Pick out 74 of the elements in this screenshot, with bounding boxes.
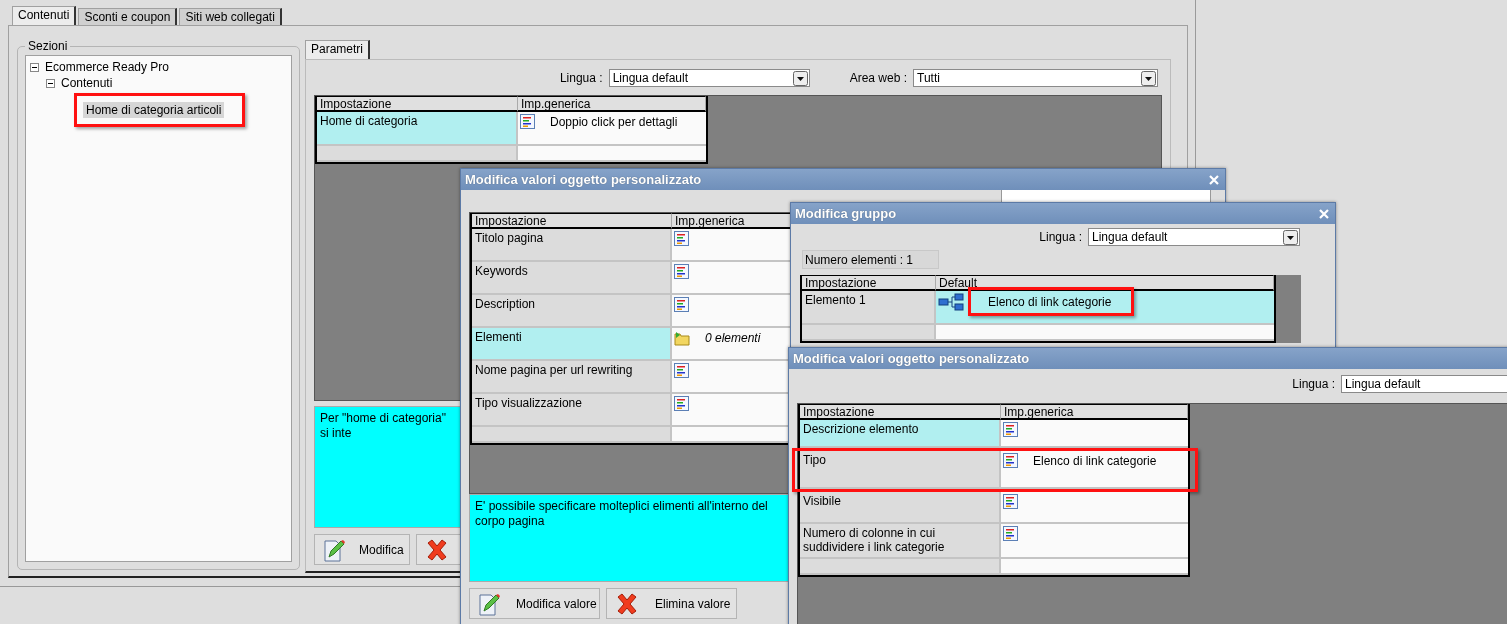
cell-text: 0 elementi: [705, 331, 761, 345]
collapse-icon[interactable]: [46, 78, 55, 88]
dropdown-icon: [792, 70, 808, 86]
field-label: Lingua :: [559, 71, 603, 85]
pencil-document-icon: [323, 537, 345, 562]
table-cell: Tipo visualizzazione: [472, 394, 672, 427]
table-cell: Visibile: [800, 492, 1001, 524]
table-cell: Keywords: [472, 262, 672, 295]
tab[interactable]: Sconti e coupon: [78, 8, 178, 25]
field-label: Lingua :: [1292, 377, 1335, 391]
pencil-document-icon: [478, 591, 500, 616]
collapse-icon[interactable]: [30, 62, 39, 72]
table-cell: Elementi: [472, 328, 672, 361]
tab[interactable]: Parametri: [305, 40, 370, 59]
delete-button[interactable]: Elimina valore: [606, 588, 737, 619]
close-icon[interactable]: [1209, 174, 1219, 185]
table-cell: Home di categoria: [317, 112, 518, 146]
table-cell[interactable]: [1001, 420, 1188, 448]
column-header[interactable]: Impostazione: [317, 96, 518, 112]
list-icon: [674, 264, 689, 279]
folder-icon: [674, 330, 690, 346]
window-title: Modifica valori oggetto personalizzato: [465, 172, 702, 187]
table-cell: Descrizione elemento: [800, 420, 1001, 448]
list-icon: [674, 231, 689, 246]
grid-background: [1276, 275, 1301, 343]
tree-item[interactable]: Home di categoria articoli: [83, 102, 225, 118]
table-cell[interactable]: [1001, 524, 1188, 559]
dropdown[interactable]: Lingua default: [608, 69, 810, 87]
hierarchy-icon: [938, 293, 964, 311]
dropdown[interactable]: Tutti: [913, 69, 1158, 87]
column-header[interactable]: Imp.generica: [518, 96, 706, 112]
table-cell[interactable]: Elenco di link categorie: [1001, 451, 1188, 489]
help-text: E' possibile specificare molteplici elimenti all'interno del corpo pagina: [475, 499, 769, 529]
table-cell: Nome pagina per url rewriting: [472, 361, 672, 394]
table-cell[interactable]: [1001, 492, 1188, 524]
table-cell: Description: [472, 295, 672, 328]
cross-icon: [425, 537, 449, 562]
tab[interactable]: Contenuti: [12, 6, 77, 25]
dropdown-icon: [1141, 70, 1156, 86]
field-label: Area web :: [849, 71, 907, 85]
count-label: Numero elementi : 1: [802, 250, 939, 269]
table-cell: Titolo pagina: [472, 229, 672, 262]
table-cell: Tipo: [800, 451, 1001, 489]
cell-text: Elenco di link categorie: [988, 295, 1112, 309]
edit-button[interactable]: Modifica: [314, 534, 410, 565]
dropdown[interactable]: Lingua default: [1341, 375, 1507, 393]
column-header[interactable]: Imp.generica: [1001, 404, 1188, 420]
cross-icon: [615, 591, 639, 616]
list-icon: [1003, 422, 1018, 437]
field-label: Lingua :: [1039, 230, 1082, 244]
column-header[interactable]: Impostazione: [800, 404, 1001, 420]
close-icon[interactable]: [1319, 208, 1329, 219]
group-label: Sezioni: [27, 39, 69, 53]
tab[interactable]: Siti web collegati: [179, 8, 282, 25]
list-icon: [1003, 494, 1018, 509]
list-icon: [674, 363, 689, 378]
cell-text: Doppio click per dettagli: [550, 115, 678, 129]
tree-item[interactable]: Ecommerce Ready Pro: [42, 59, 173, 75]
list-icon: [1003, 526, 1018, 541]
list-icon: [674, 396, 689, 411]
list-icon: [674, 297, 689, 312]
table-cell[interactable]: Doppio click per dettagli: [518, 112, 706, 146]
tree-item[interactable]: Contenuti: [58, 75, 116, 91]
table-cell: Numero di colonne in cui suddividere i link categorie: [800, 524, 1001, 559]
dropdown-icon: [1283, 229, 1298, 245]
table-cell: Elemento 1: [802, 291, 936, 325]
column-header[interactable]: Impostazione: [472, 213, 672, 229]
dropdown[interactable]: Lingua default: [1088, 228, 1300, 246]
help-text: Per "home di categoria" si inte: [320, 411, 447, 441]
edit-button[interactable]: Modifica valore: [469, 588, 600, 619]
list-icon: [1003, 453, 1018, 468]
list-icon: [520, 114, 535, 129]
column-header[interactable]: Impostazione: [802, 275, 936, 291]
cell-text: Elenco di link categorie: [1033, 454, 1157, 468]
